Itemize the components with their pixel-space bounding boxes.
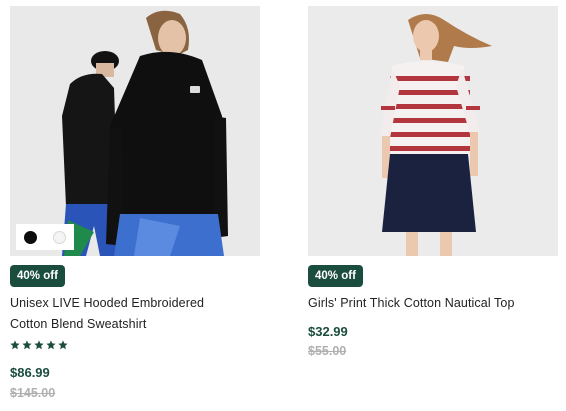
star-icon bbox=[46, 340, 56, 350]
product-title-line-1: Unisex LIVE Hooded Embroidered bbox=[10, 296, 205, 310]
swatch-black[interactable] bbox=[24, 230, 37, 244]
swatch-white[interactable] bbox=[53, 230, 66, 244]
discount-badge: 40% off bbox=[10, 265, 65, 287]
original-price: $145.00 bbox=[10, 386, 56, 400]
product-image-hoodie[interactable] bbox=[10, 6, 260, 256]
product-image-nautical-top[interactable] bbox=[308, 6, 558, 256]
sale-price: $86.99 bbox=[10, 365, 50, 380]
star-icon bbox=[34, 340, 44, 350]
sale-price: $32.99 bbox=[308, 324, 348, 339]
original-price: $55.00 bbox=[308, 344, 347, 358]
rating-stars bbox=[10, 340, 68, 350]
discount-badge: 40% off bbox=[308, 265, 363, 287]
nautical-top-photo bbox=[308, 6, 558, 256]
star-icon bbox=[58, 340, 68, 350]
product-card-nautical-top[interactable]: 40% off Girls' Print Thick Cotton Nautic… bbox=[308, 0, 558, 358]
product-card-hoodie[interactable]: 40% off Unisex LIVE Hooded Embroidered C… bbox=[10, 0, 260, 400]
product-title[interactable]: Girls' Print Thick Cotton Nautical Top bbox=[308, 293, 558, 314]
color-swatches bbox=[16, 224, 74, 250]
product-title-line-2: Cotton Blend Sweatshirt bbox=[10, 316, 147, 331]
product-title-line-1: Girls' Print Thick Cotton Nautical Top bbox=[308, 296, 515, 310]
product-title[interactable]: Unisex LIVE Hooded Embroidered Cotton Bl… bbox=[10, 293, 260, 334]
star-icon bbox=[10, 340, 20, 350]
star-icon bbox=[22, 340, 32, 350]
hoodie-photo bbox=[10, 6, 260, 256]
